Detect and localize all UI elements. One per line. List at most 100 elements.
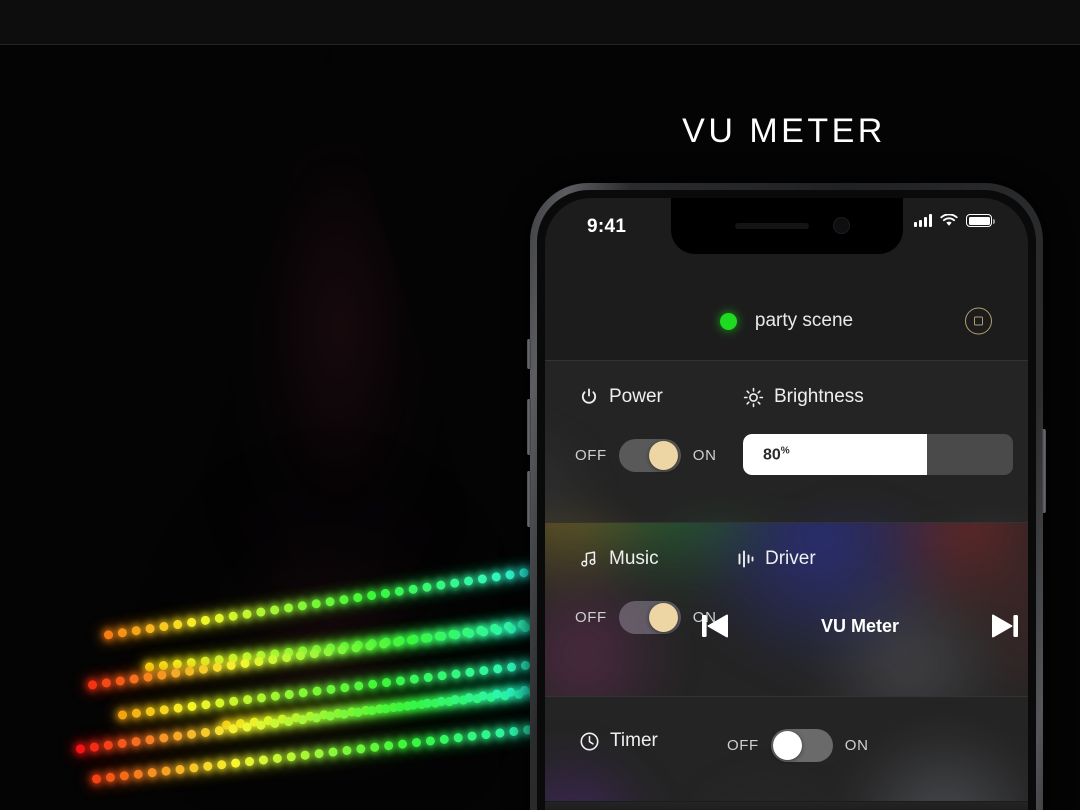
led-pixel <box>241 608 253 619</box>
power-brightness-card: Power OFF ON Brightness 80% <box>545 361 1028 522</box>
led-pixel <box>131 625 142 636</box>
music-toggle-knob[interactable] <box>648 603 678 632</box>
led-pixel <box>186 728 197 739</box>
led-pixel <box>518 567 529 578</box>
led-pixel <box>202 760 213 771</box>
led-pixel <box>144 623 156 634</box>
timer-toggle[interactable]: OFF ON <box>727 729 869 762</box>
led-pixel <box>464 692 475 703</box>
battery-icon <box>966 214 995 227</box>
led-pixel <box>367 678 378 689</box>
led-pixel <box>89 741 100 752</box>
timer-toggle-track[interactable] <box>770 729 833 762</box>
timer-toggle-on-label: ON <box>844 737 869 754</box>
background-top-band <box>0 0 1080 45</box>
led-pixel <box>339 708 350 719</box>
led-pixel <box>281 652 292 663</box>
led-pixel <box>174 764 185 774</box>
led-pixel <box>494 727 505 738</box>
led-pixel <box>439 733 450 744</box>
volume-down-button[interactable] <box>527 471 531 527</box>
skip-next-icon[interactable] <box>985 606 1025 646</box>
led-pixel <box>366 589 377 601</box>
earpiece-speaker <box>734 223 809 229</box>
page-title: VU METER <box>682 112 886 150</box>
led-pixel <box>435 579 446 590</box>
led-pixel <box>117 627 128 638</box>
led-pixel <box>75 743 86 754</box>
led-pixel <box>355 743 366 754</box>
led-pixel <box>212 661 223 672</box>
led-pixel <box>172 618 183 630</box>
led-pixel <box>156 669 167 680</box>
led-pixel <box>475 624 486 635</box>
led-pixel <box>117 709 128 720</box>
led-pixel <box>258 754 269 765</box>
stop-record-icon[interactable] <box>965 307 992 335</box>
led-pixel <box>436 695 447 706</box>
status-icons <box>914 214 995 227</box>
music-driver-card: Music OFF ON <box>545 523 1028 696</box>
timer-toggle-knob[interactable] <box>772 731 802 760</box>
led-pixel <box>504 569 516 580</box>
led-pixel <box>227 610 239 621</box>
led-pixel <box>366 704 377 716</box>
led-pixel <box>309 648 320 659</box>
led-pixel <box>325 683 336 694</box>
power-toggle[interactable]: OFF ON <box>575 439 717 472</box>
led-pixel <box>341 744 352 755</box>
power-side-button[interactable] <box>1042 429 1046 513</box>
notch <box>670 198 903 254</box>
led-pixel <box>517 618 528 630</box>
led-pixel <box>241 721 253 732</box>
led-pixel <box>186 700 197 711</box>
sun-brightness-icon <box>743 387 764 408</box>
led-pixel <box>255 719 266 730</box>
led-pixel <box>519 684 530 695</box>
led-pixel <box>383 740 394 751</box>
led-pixel <box>423 671 434 682</box>
led-pixel <box>145 706 156 717</box>
led-pixel <box>159 704 170 715</box>
led-pixel <box>311 712 322 723</box>
led-pixel <box>477 573 488 584</box>
scene-header[interactable]: party scene <box>545 283 1028 359</box>
timer-row-label: Timer <box>579 730 658 752</box>
led-pixel <box>352 591 363 603</box>
led-pixel <box>449 577 460 588</box>
mute-switch[interactable] <box>527 339 531 369</box>
led-pixel <box>433 630 445 641</box>
volume-up-button[interactable] <box>527 399 531 455</box>
brightness-slider[interactable]: 80% <box>743 434 1013 475</box>
led-pixel <box>420 632 431 643</box>
led-pixel <box>353 680 364 691</box>
music-toggle-off-label: OFF <box>575 609 607 626</box>
led-pixel <box>464 666 475 677</box>
led-pixel <box>105 771 116 782</box>
power-toggle-knob[interactable] <box>648 441 678 470</box>
brightness-value: 80% <box>763 445 790 464</box>
led-pixel <box>269 604 280 615</box>
skip-previous-icon[interactable] <box>695 606 735 646</box>
led-pixel <box>369 741 380 752</box>
led-pixel <box>339 682 350 693</box>
music-toggle-track[interactable] <box>618 601 681 634</box>
scene-name: party scene <box>754 310 854 331</box>
led-pixel <box>378 638 389 649</box>
led-pixel <box>453 732 464 743</box>
power-toggle-track[interactable] <box>618 439 681 472</box>
led-pixel <box>395 675 406 686</box>
led-pixel <box>286 751 297 762</box>
power-icon <box>579 387 599 407</box>
driver-label: Driver <box>765 548 816 569</box>
brightness-label: Brightness <box>774 386 864 407</box>
led-pixel <box>117 737 128 748</box>
led-pixel <box>325 710 336 721</box>
led-pixel <box>119 770 130 781</box>
led-pixel <box>184 665 195 676</box>
led-pixel <box>411 737 422 748</box>
led-pixel <box>408 699 419 710</box>
led-pixel <box>228 695 239 706</box>
led-pixel <box>242 694 253 705</box>
led-pixel <box>324 596 336 607</box>
